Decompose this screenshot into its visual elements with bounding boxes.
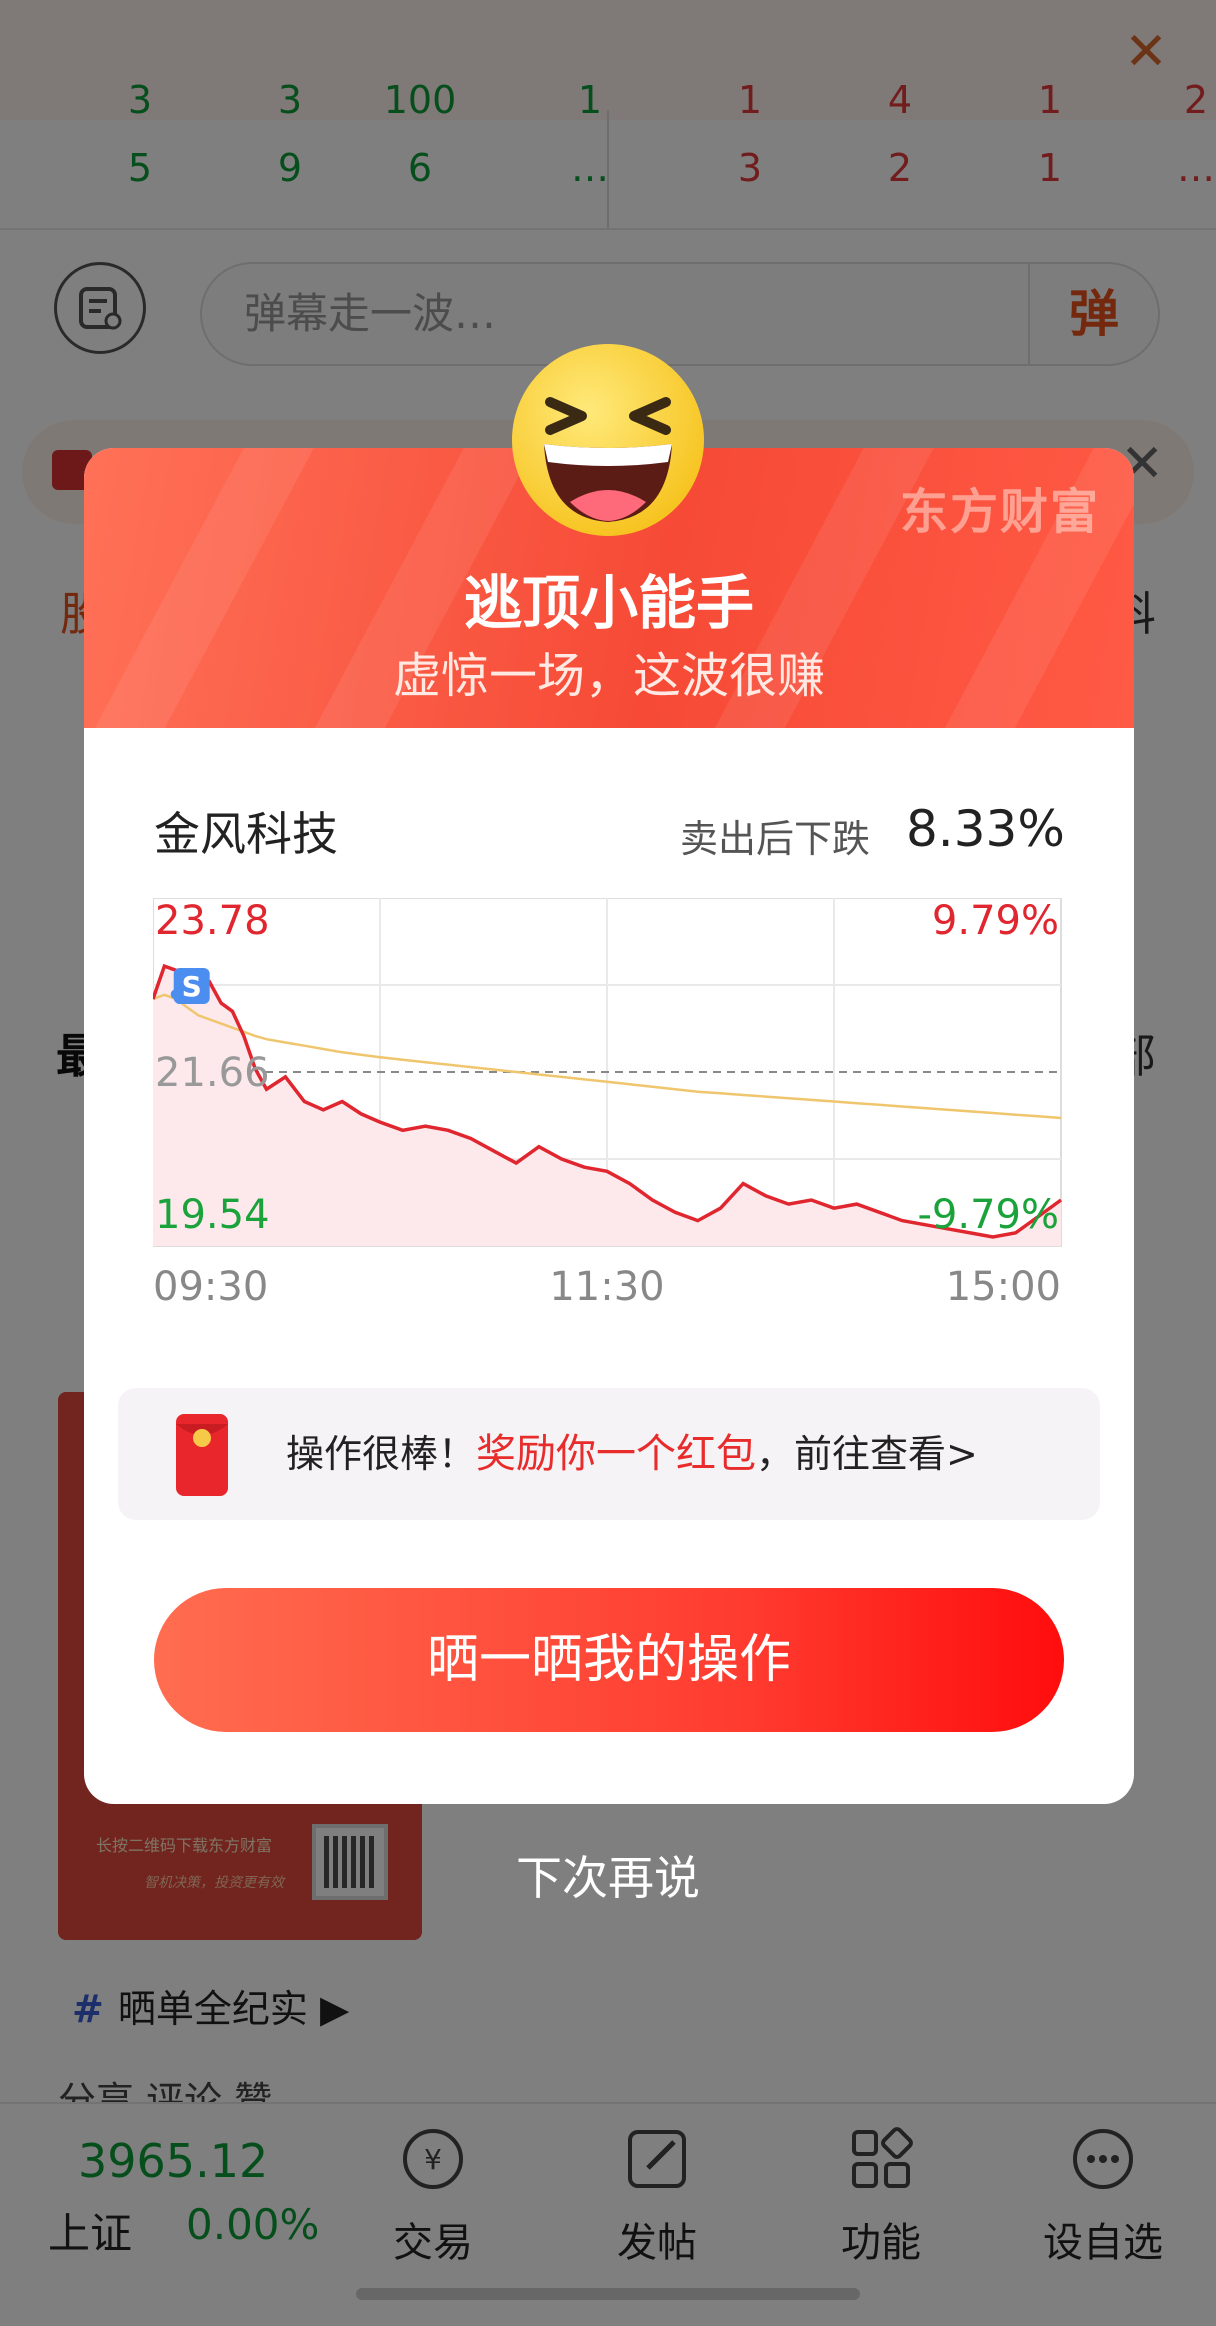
reward-banner[interactable]: 操作很棒！奖励你一个红包，前往查看> bbox=[118, 1388, 1100, 1520]
intraday-chart: 23.78 9.79% 21.66 19.54 -9.79% S 09:30 1… bbox=[153, 898, 1063, 1308]
sell-marker: S bbox=[170, 968, 210, 1004]
laughing-emoji-icon bbox=[512, 344, 704, 536]
drop-value: 8.33% bbox=[906, 800, 1065, 858]
sell-point bbox=[170, 989, 181, 1000]
badge-title: 逃顶小能手 bbox=[463, 569, 754, 637]
y-high-label: 23.78 bbox=[155, 898, 270, 944]
badge-subtitle: 虚惊一场，这波很赚 bbox=[392, 648, 825, 704]
reward-highlight: 奖励你一个红包 bbox=[476, 1431, 757, 1477]
pct-high-label: 9.79% bbox=[932, 898, 1059, 944]
drop-label: 卖出后下跌 bbox=[680, 817, 871, 861]
reward-prefix: 操作很棒！ bbox=[286, 1432, 477, 1476]
red-envelope-icon bbox=[176, 1414, 228, 1496]
reward-suffix: ，前往查看> bbox=[756, 1432, 978, 1476]
later-button[interactable]: 下次再说 bbox=[0, 1842, 1216, 1908]
y-low-label: 19.54 bbox=[155, 1192, 270, 1238]
sell-marker-label: S bbox=[182, 970, 202, 1003]
share-operation-label: 晒一晒我的操作 bbox=[426, 1630, 791, 1690]
reward-text[interactable]: 操作很棒！奖励你一个红包，前往查看> bbox=[286, 1388, 978, 1520]
x-label-end: 15:00 bbox=[946, 1264, 1061, 1308]
y-mid-label: 21.66 bbox=[155, 1050, 270, 1096]
achievement-modal: 东方财富 逃顶小能手 虚惊一场，这波很赚 金风科技 卖出后下跌 8.33% 23… bbox=[84, 448, 1134, 1804]
x-label-start: 09:30 bbox=[153, 1264, 268, 1308]
stock-name: 金风科技 bbox=[154, 807, 338, 861]
share-operation-button[interactable]: 晒一晒我的操作 bbox=[154, 1588, 1064, 1732]
pct-low-label: -9.79% bbox=[917, 1192, 1059, 1238]
brand-logo: 东方财富 bbox=[899, 484, 1100, 540]
x-label-mid: 11:30 bbox=[549, 1264, 664, 1308]
